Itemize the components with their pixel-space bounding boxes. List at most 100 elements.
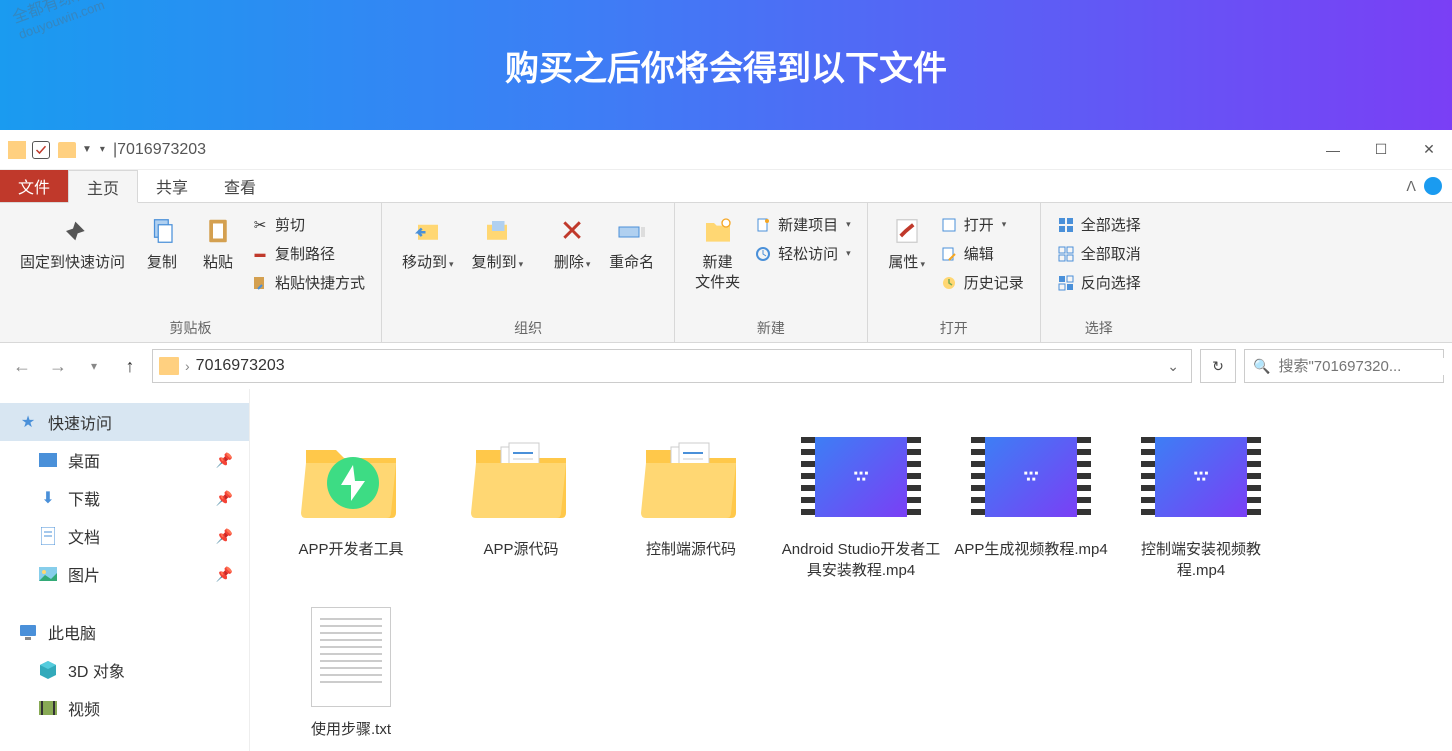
selectnone-button[interactable]: 全部取消 bbox=[1053, 240, 1145, 267]
moveto-icon bbox=[410, 213, 446, 249]
easyaccess-icon bbox=[754, 245, 772, 263]
breadcrumb[interactable]: 7016973203 bbox=[196, 357, 285, 375]
delete-icon: ✕ bbox=[554, 213, 590, 249]
downloads-icon: ⬇ bbox=[38, 489, 58, 507]
edit-icon bbox=[940, 245, 958, 263]
sidebar-item-pictures[interactable]: 图片📌 bbox=[0, 555, 249, 593]
folder-icon bbox=[159, 357, 179, 375]
copy-button[interactable]: 复制 bbox=[135, 209, 189, 277]
file-label: 控制端源代码 bbox=[646, 539, 736, 560]
titlebar: ▼ ▾ |7016973203 — ☐ ✕ bbox=[0, 130, 1452, 170]
tab-view[interactable]: 查看 bbox=[206, 170, 274, 202]
edit-button[interactable]: 编辑 bbox=[936, 240, 1028, 267]
rename-icon bbox=[614, 213, 650, 249]
copyto-icon bbox=[479, 213, 515, 249]
search-icon: 🔍 bbox=[1253, 358, 1270, 375]
sidebar-item-quickaccess[interactable]: ★快速访问 bbox=[0, 403, 249, 441]
pin-quickaccess-button[interactable]: 固定到快速访问 bbox=[12, 209, 133, 277]
desktop-icon bbox=[38, 451, 58, 469]
path-icon: ▬ bbox=[251, 245, 269, 263]
refresh-button[interactable]: ↻ bbox=[1200, 349, 1236, 383]
selectinvert-icon bbox=[1057, 274, 1075, 292]
star-icon: ★ bbox=[18, 413, 38, 431]
help-icon[interactable] bbox=[1424, 177, 1442, 195]
file-list[interactable]: APP开发者工具 APP源代码控制端源代码 ■ ■ ■■ ■Android Stud… bbox=[250, 389, 1452, 751]
search-box[interactable]: 🔍 bbox=[1244, 349, 1444, 383]
ribbon-group-open: 属性▾ 打开▾ 编辑 历史记录 打开 bbox=[868, 203, 1041, 342]
tab-share[interactable]: 共享 bbox=[138, 170, 206, 202]
search-input[interactable] bbox=[1278, 358, 1452, 375]
copypath-button[interactable]: ▬复制路径 bbox=[247, 240, 369, 267]
open-icon bbox=[940, 216, 958, 234]
file-icon bbox=[291, 597, 411, 717]
close-button[interactable]: ✕ bbox=[1406, 134, 1452, 166]
sidebar-item-desktop[interactable]: 桌面📌 bbox=[0, 441, 249, 479]
easyaccess-button[interactable]: 轻松访问▾ bbox=[750, 240, 855, 267]
newfolder-icon bbox=[700, 213, 736, 249]
file-icon bbox=[461, 417, 581, 537]
file-item[interactable]: APP源代码 bbox=[436, 409, 606, 589]
file-item[interactable]: 使用步骤.txt bbox=[266, 589, 436, 748]
ribbon-group-new: 新建 文件夹 新建项目▾ 轻松访问▾ 新建 bbox=[675, 203, 868, 342]
tab-home[interactable]: 主页 bbox=[68, 170, 138, 203]
file-icon: ■ ■ ■■ ■ bbox=[801, 417, 921, 537]
sidebar-item-videos[interactable]: 视频 bbox=[0, 689, 249, 727]
newfolder-button[interactable]: 新建 文件夹 bbox=[687, 209, 748, 296]
selectinvert-button[interactable]: 反向选择 bbox=[1053, 269, 1145, 296]
qat-save-icon[interactable] bbox=[32, 141, 50, 159]
sidebar-item-thispc[interactable]: 此电脑 bbox=[0, 613, 249, 651]
documents-icon bbox=[38, 527, 58, 545]
pasteshortcut-button[interactable]: 粘贴快捷方式 bbox=[247, 269, 369, 296]
delete-button[interactable]: ✕删除▾ bbox=[545, 209, 599, 277]
qat-folder-icon[interactable] bbox=[58, 142, 76, 158]
sidebar-item-downloads[interactable]: ⬇下载📌 bbox=[0, 479, 249, 517]
window-title: |7016973203 bbox=[113, 141, 206, 159]
tab-file[interactable]: 文件 bbox=[0, 170, 68, 202]
sidebar-item-3dobjects[interactable]: 3D 对象 bbox=[0, 651, 249, 689]
file-icon bbox=[631, 417, 751, 537]
address-input[interactable]: › 7016973203 ⌄ bbox=[152, 349, 1192, 383]
minimize-button[interactable]: — bbox=[1310, 134, 1356, 166]
pin-icon: 📌 bbox=[216, 452, 233, 469]
promo-banner: 购买之后你将会得到以下文件 bbox=[0, 0, 1452, 130]
pc-icon bbox=[18, 623, 38, 641]
nav-up-button[interactable]: ↑ bbox=[116, 352, 144, 380]
properties-icon bbox=[889, 213, 925, 249]
history-button[interactable]: 历史记录 bbox=[936, 269, 1028, 296]
file-label: 使用步骤.txt bbox=[311, 719, 391, 740]
pictures-icon bbox=[38, 565, 58, 583]
nav-recent-button[interactable]: ▾ bbox=[80, 352, 108, 380]
open-button[interactable]: 打开▾ bbox=[936, 211, 1028, 238]
qat-dropdown-icon[interactable]: ▼ bbox=[82, 144, 92, 155]
pin-icon bbox=[55, 213, 91, 249]
file-icon: ■ ■ ■■ ■ bbox=[1141, 417, 1261, 537]
maximize-button[interactable]: ☐ bbox=[1358, 134, 1404, 166]
copy-icon bbox=[144, 213, 180, 249]
file-item[interactable]: APP开发者工具 bbox=[266, 409, 436, 589]
moveto-button[interactable]: 移动到▾ bbox=[394, 209, 462, 277]
file-label: APP开发者工具 bbox=[298, 539, 403, 560]
file-item[interactable]: ■ ■ ■■ ■APP生成视频教程.mp4 bbox=[946, 409, 1116, 589]
paste-button[interactable]: 粘贴 bbox=[191, 209, 245, 277]
nav-forward-button[interactable]: → bbox=[44, 352, 72, 380]
selectall-button[interactable]: 全部选择 bbox=[1053, 211, 1145, 238]
app-icon bbox=[8, 141, 26, 159]
file-item[interactable]: ■ ■ ■■ ■控制端安装视频教程.mp4 bbox=[1116, 409, 1286, 589]
qat-dropdown2-icon[interactable]: ▾ bbox=[100, 144, 105, 155]
address-dropdown-icon[interactable]: ⌄ bbox=[1161, 358, 1185, 375]
rename-button[interactable]: 重命名 bbox=[601, 209, 662, 277]
file-item[interactable]: ■ ■ ■■ ■Android Studio开发者工具安装教程.mp4 bbox=[776, 409, 946, 589]
sidebar-item-documents[interactable]: 文档📌 bbox=[0, 517, 249, 555]
newitem-button[interactable]: 新建项目▾ bbox=[750, 211, 855, 238]
nav-back-button[interactable]: ← bbox=[8, 352, 36, 380]
pin-icon: 📌 bbox=[216, 566, 233, 583]
cut-button[interactable]: ✂剪切 bbox=[247, 211, 369, 238]
properties-button[interactable]: 属性▾ bbox=[880, 209, 934, 277]
file-item[interactable]: 控制端源代码 bbox=[606, 409, 776, 589]
videos-icon bbox=[38, 699, 58, 717]
copyto-button[interactable]: 复制到▾ bbox=[464, 209, 532, 277]
file-label: 控制端安装视频教程.mp4 bbox=[1120, 539, 1282, 581]
newitem-icon bbox=[754, 216, 772, 234]
selectall-icon bbox=[1057, 216, 1075, 234]
ribbon-collapse-icon[interactable]: ᐱ bbox=[1406, 178, 1416, 195]
